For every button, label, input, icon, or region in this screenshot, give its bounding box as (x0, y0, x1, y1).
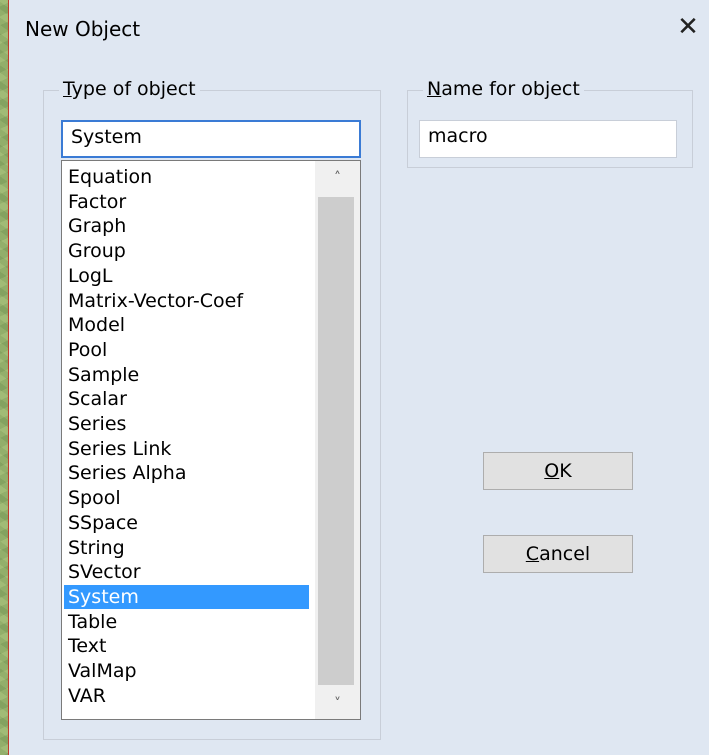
list-item[interactable]: Model (64, 313, 309, 337)
title-bar: New Object ✕ (9, 0, 709, 62)
name-for-object-value: macro (428, 125, 488, 147)
list-item[interactable]: VAR (64, 684, 309, 708)
list-item[interactable]: String (64, 536, 309, 560)
close-icon[interactable]: ✕ (673, 12, 703, 42)
list-item[interactable]: Table (64, 610, 309, 634)
chevron-down-icon[interactable]: ˅ (315, 689, 360, 719)
list-item[interactable]: Spool (64, 486, 309, 510)
chevron-up-icon[interactable]: ˄ (315, 163, 360, 193)
list-item[interactable]: Series Alpha (64, 461, 309, 485)
list-item[interactable]: Factor (64, 190, 309, 214)
cancel-button[interactable]: Cancel (483, 535, 633, 573)
list-item[interactable]: Matrix-Vector-Coef (64, 289, 309, 313)
list-item[interactable]: SVector (64, 560, 309, 584)
list-item[interactable]: Sample (64, 363, 309, 387)
list-item[interactable]: SSpace (64, 511, 309, 535)
type-of-object-field[interactable]: System (61, 120, 361, 158)
scrollbar-thumb[interactable] (318, 197, 354, 685)
dialog-title: New Object (25, 17, 141, 41)
list-item[interactable]: Graph (64, 214, 309, 238)
list-item[interactable]: Text (64, 634, 309, 658)
list-item[interactable]: Group (64, 239, 309, 263)
name-for-object-input[interactable]: macro (419, 120, 677, 158)
list-item[interactable]: Pool (64, 338, 309, 362)
list-item[interactable]: ValMap (64, 659, 309, 683)
list-item[interactable]: Scalar (64, 387, 309, 411)
list-item[interactable]: Series Link (64, 437, 309, 461)
type-of-object-label: Type of object (59, 78, 200, 100)
list-scrollbar[interactable]: ˄ ˅ (315, 161, 360, 719)
type-of-object-value: System (71, 126, 142, 148)
name-for-object-label: Name for object (423, 78, 584, 100)
new-object-dialog: New Object ✕ Type of object System Equat… (8, 0, 709, 755)
object-type-listbox[interactable]: Equation Factor Graph Group LogL Matrix-Vecto… (61, 160, 361, 720)
list-item[interactable]: Series (64, 412, 309, 436)
list-item[interactable]: Equation (64, 165, 309, 189)
list-item[interactable]: LogL (64, 264, 309, 288)
ok-button[interactable]: OK (483, 452, 633, 490)
list-item[interactable]: System (64, 584, 309, 609)
